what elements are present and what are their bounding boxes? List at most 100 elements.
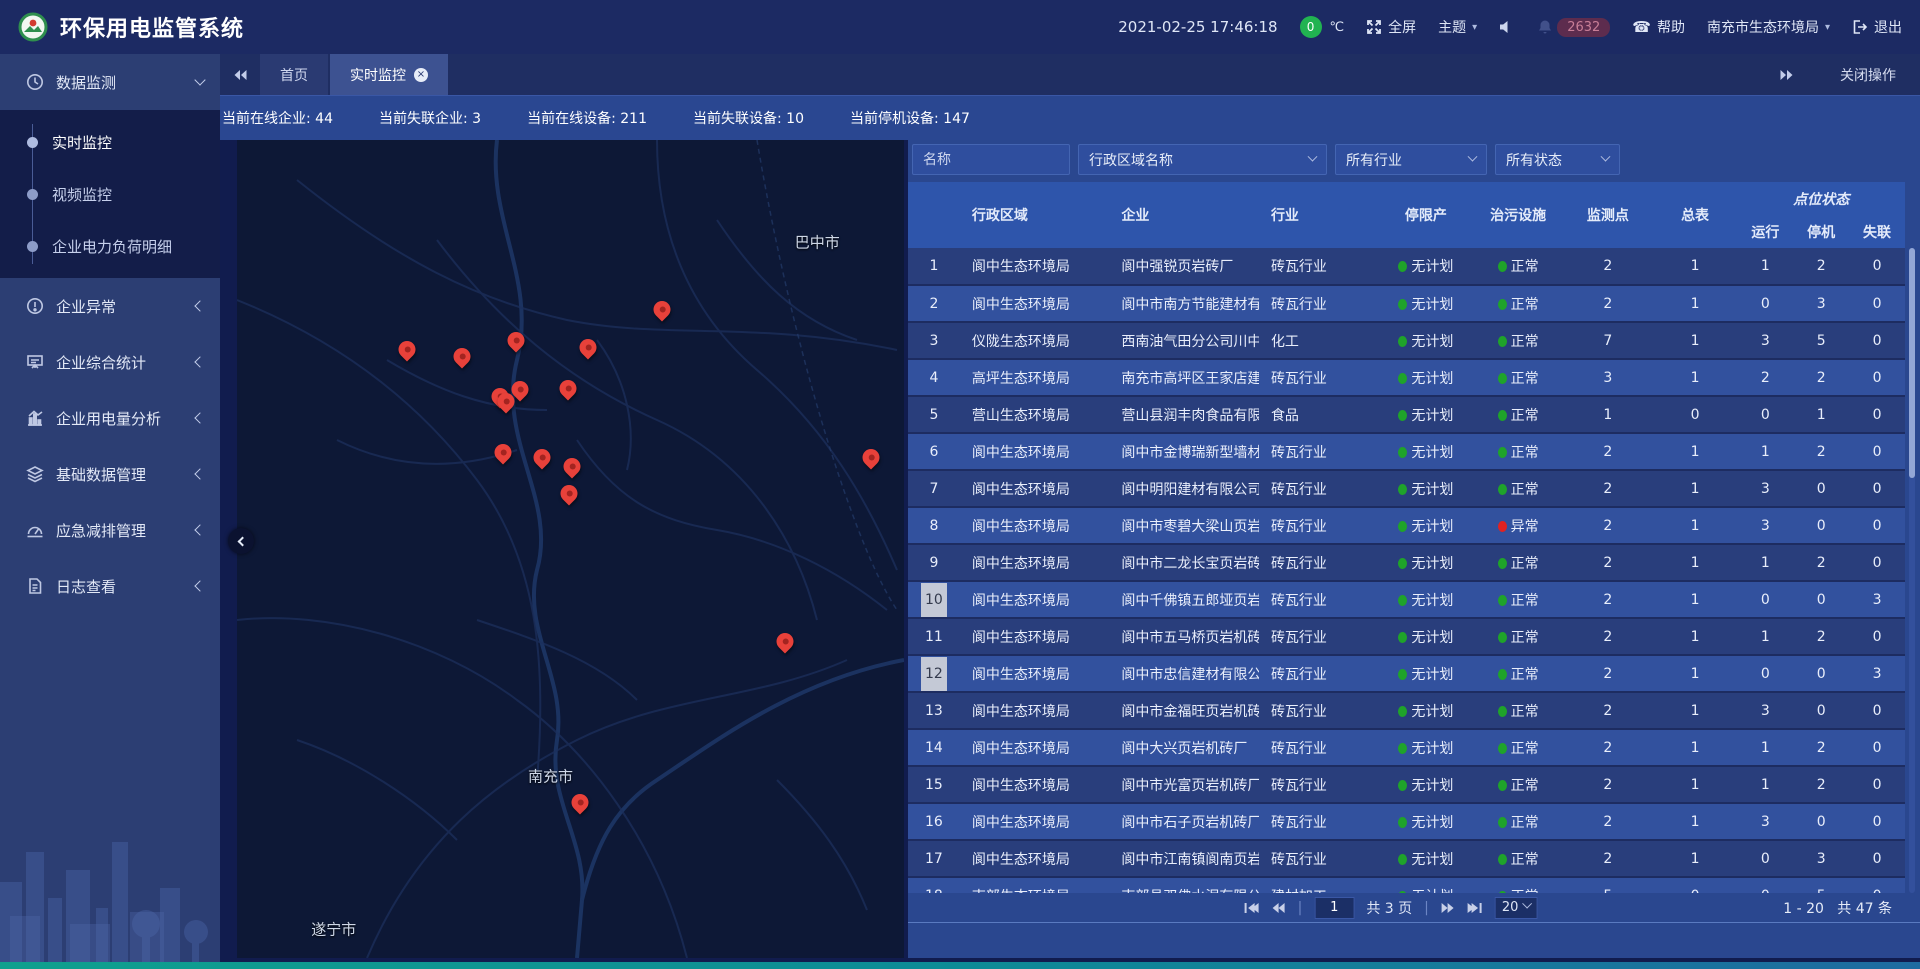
tab-realtime-monitor[interactable]: 实时监控 × [330,54,448,95]
status-dot-green [1398,743,1407,754]
region-filter-select[interactable]: 行政区域名称 [1078,144,1327,175]
tabs-scroll-right-button[interactable] [1766,69,1806,81]
sidebar-item-2[interactable]: 企业综合统计 [0,334,220,390]
cell-monitor-points: 2 [1563,840,1653,877]
table-row[interactable]: 7阆中生态环境局阆中明阳建材有限公司砖瓦行业无计划正常21300 [908,470,1905,507]
cell-monitor-points: 2 [1563,248,1653,285]
fullscreen-icon [1366,19,1382,35]
sidebar-subitem-0-1[interactable]: 视频监控 [0,168,220,220]
first-page-icon [1244,902,1260,914]
table-scrollbar[interactable] [1909,248,1915,893]
table-row[interactable]: 13阆中生态环境局阆中市金福旺页岩机砖砖瓦行业无计划正常21300 [908,692,1905,729]
panel-collapse-toggle[interactable] [228,528,254,554]
status-dot-green [1498,669,1507,680]
table-header: 行政区域 企业 行业 停限产 治污设施 监测点 总表 点位状态 运行 停机 失联 [908,182,1905,248]
phone-icon: ☎ [1632,18,1651,36]
help-button[interactable]: ☎ 帮助 [1632,17,1685,37]
table-row[interactable]: 3仪陇生态环境局西南油气田分公司川中化工无计划正常71350 [908,322,1905,359]
chevron-down-icon [1308,152,1318,162]
status-dot-green [1498,299,1507,310]
table-row[interactable]: 15阆中生态环境局阆中市光富页岩机砖厂砖瓦行业无计划正常21120 [908,766,1905,803]
stats-bar: 当前在线企业: 44当前失联企业: 3当前在线设备: 211当前失联设备: 10… [220,96,1920,140]
cell-region: 仪陇生态环境局 [960,322,1110,359]
col-pollution-facility: 治污设施 [1473,182,1563,248]
cell-offline: 0 [1849,322,1905,359]
cell-production-limit: 无计划 [1379,544,1474,581]
table-row[interactable]: 6阆中生态环境局阆中市金博瑞新型墙材砖瓦行业无计划正常21120 [908,433,1905,470]
table-row[interactable]: 10阆中生态环境局阆中千佛镇五郎垭页岩砖瓦行业无计划正常21003 [908,581,1905,618]
last-page-icon [1467,902,1483,914]
status-filter-select[interactable]: 所有状态 [1495,144,1620,175]
sidebar-subitem-0-2[interactable]: 企业电力负荷明细 [0,220,220,272]
name-filter[interactable] [912,144,1070,175]
table-row[interactable]: 9阆中生态环境局阆中市二龙长宝页岩砖砖瓦行业无计划正常21120 [908,544,1905,581]
cell-running: 0 [1737,840,1793,877]
cell-enterprise: 阆中市五马桥页岩机砖 [1109,618,1259,655]
cell-monitor-points: 2 [1563,433,1653,470]
close-operations-button[interactable]: 关闭操作 [1840,65,1896,85]
sidebar-item-label: 企业综合统计 [56,352,146,373]
logout-button[interactable]: 退出 [1852,17,1902,37]
sidebar-item-6[interactable]: 日志查看 [0,558,220,614]
table-row[interactable]: 4高坪生态环境局南充市高坪区王家店建砖瓦行业无计划正常31220 [908,359,1905,396]
tabs-scroll-left-button[interactable] [220,54,260,95]
chevron-down-icon [1468,152,1478,162]
table-row[interactable]: 5营山生态环境局营山县润丰肉食品有限食品无计划正常10010 [908,396,1905,433]
theme-dropdown[interactable]: 主题 ▾ [1438,17,1477,37]
stat-item-4: 当前停机设备: 147 [850,108,970,128]
table-row[interactable]: 14阆中生态环境局阆中大兴页岩机砖厂砖瓦行业无计划正常21120 [908,729,1905,766]
cell-industry: 建材加工 [1259,877,1379,893]
table-row[interactable]: 2阆中生态环境局阆中市南方节能建材有砖瓦行业无计划正常21030 [908,285,1905,322]
col-region: 行政区域 [960,182,1110,248]
status-dot-green [1398,447,1407,458]
tab-home[interactable]: 首页 [260,54,328,95]
sidebar-item-1[interactable]: 企业异常 [0,278,220,334]
table-row[interactable]: 11阆中生态环境局阆中市五马桥页岩机砖砖瓦行业无计划正常21120 [908,618,1905,655]
row-index-highlighted: 12 [921,657,947,691]
last-page-button[interactable] [1467,902,1483,914]
first-page-button[interactable] [1244,902,1260,914]
speaker-mute-icon[interactable] [1499,19,1515,35]
table-row[interactable]: 1阆中生态环境局阆中强锐页岩砖厂砖瓦行业无计划正常21120 [908,248,1905,285]
prev-page-button[interactable] [1272,902,1286,914]
sidebar-subitem-0-0[interactable]: 实时监控 [0,116,220,168]
table-row[interactable]: 18南部生态环境局南部县双佛水泥有限公建材加工无计划正常50050 [908,877,1905,893]
table-row[interactable]: 8阆中生态环境局阆中市枣碧大梁山页岩砖瓦行业无计划异常21300 [908,507,1905,544]
tab-close-icon[interactable]: × [414,68,428,82]
sidebar-item-5[interactable]: 应急减排管理 [0,502,220,558]
cell-pollution-facility: 正常 [1473,581,1563,618]
table-row[interactable]: 17阆中生态环境局阆中市江南镇阆南页岩砖瓦行业无计划正常21030 [908,840,1905,877]
cell-industry: 化工 [1259,322,1379,359]
name-filter-input[interactable] [923,152,1059,168]
page-number-input[interactable] [1314,897,1354,919]
cell-pollution-facility: 正常 [1473,877,1563,893]
scrollbar-thumb[interactable] [1909,248,1915,478]
status-dot-green [1398,817,1407,828]
notifications[interactable]: 2632 [1537,18,1610,37]
table-row[interactable]: 16阆中生态环境局阆中市石子页岩机砖厂砖瓦行业无计划正常21300 [908,803,1905,840]
cell-region: 阆中生态环境局 [960,692,1110,729]
cell-stopped: 2 [1793,618,1849,655]
cell-region: 阆中生态环境局 [960,248,1110,285]
cell-region: 阆中生态环境局 [960,285,1110,322]
cell-industry: 砖瓦行业 [1259,618,1379,655]
page-size-select[interactable]: 20 [1495,897,1538,919]
cell-enterprise: 阆中市金博瑞新型墙材 [1109,433,1259,470]
cell-stopped: 2 [1793,433,1849,470]
map-canvas[interactable]: 巴中市南充市遂宁市 [237,140,904,958]
cell-industry: 砖瓦行业 [1259,507,1379,544]
sidebar-item-0[interactable]: 数据监测 [0,54,220,110]
cell-pollution-facility: 正常 [1473,655,1563,692]
sidebar-item-3[interactable]: 企业用电量分析 [0,390,220,446]
cell-index: 2 [908,285,960,322]
chevron-left-icon [194,412,205,423]
chevron-down-icon: ▾ [1472,22,1477,33]
table-row[interactable]: 12阆中生态环境局阆中市忠信建材有限公砖瓦行业无计划正常21003 [908,655,1905,692]
col-monitor-points: 监测点 [1563,182,1653,248]
next-page-button[interactable] [1441,902,1455,914]
industry-filter-select[interactable]: 所有行业 [1335,144,1487,175]
sidebar-item-4[interactable]: 基础数据管理 [0,446,220,502]
fullscreen-button[interactable]: 全屏 [1366,17,1416,37]
org-dropdown[interactable]: 南充市生态环境局 ▾ [1707,17,1830,37]
cell-stopped: 0 [1793,655,1849,692]
